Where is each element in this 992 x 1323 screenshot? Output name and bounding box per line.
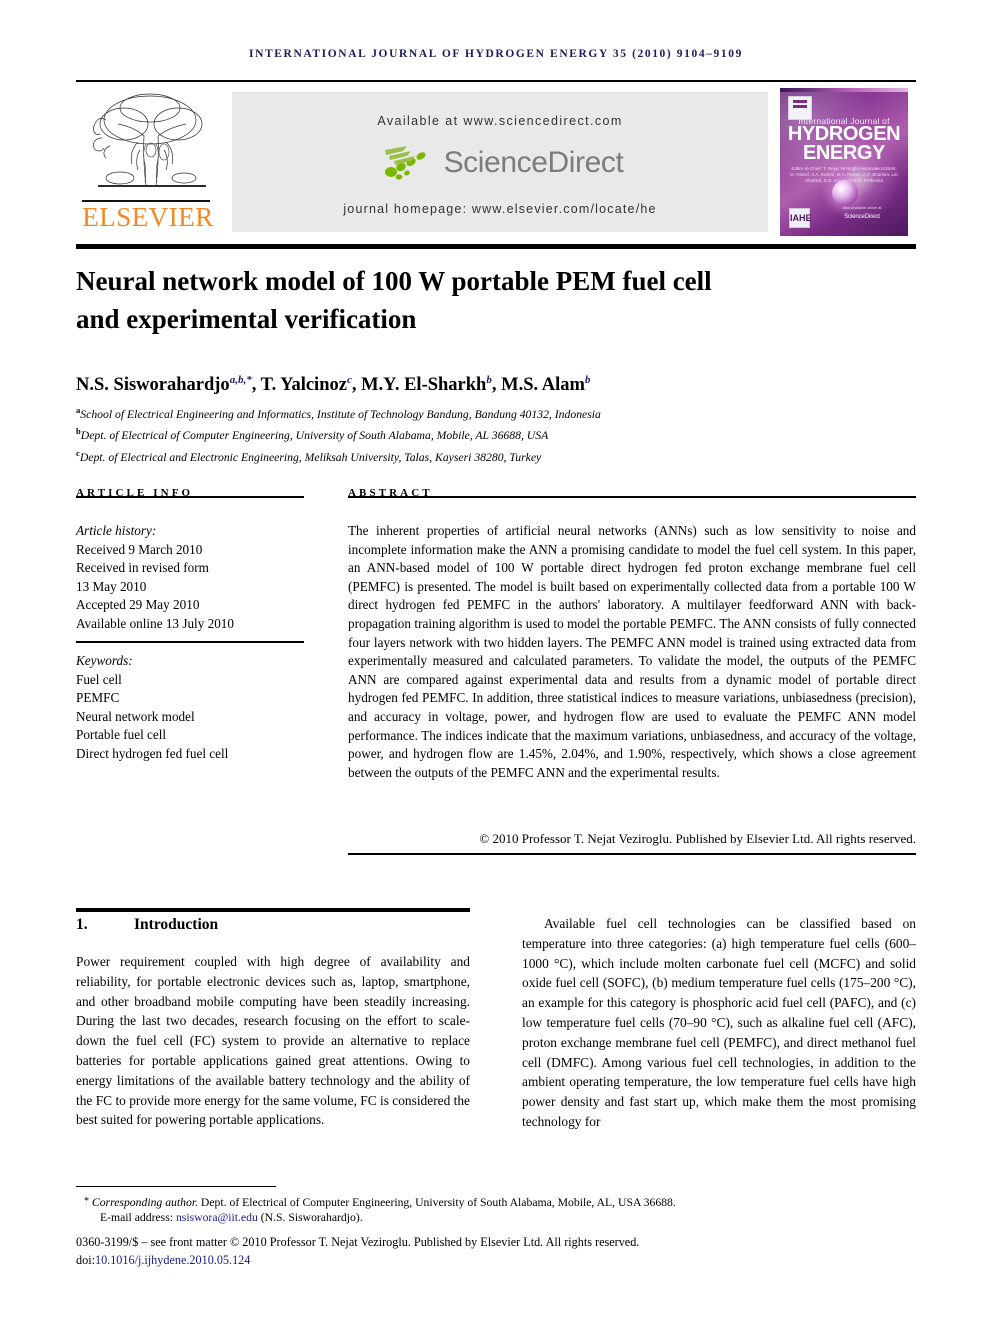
- affiliation-item: cDept. of Electrical and Electronic Engi…: [76, 445, 916, 466]
- cover-top-band: [780, 88, 908, 92]
- section-number: 1.: [76, 916, 88, 933]
- email-owner: (N.S. Sisworahardjo).: [260, 1211, 363, 1224]
- doi-link[interactable]: 10.1016/j.ijhydene.2010.05.124: [95, 1253, 250, 1267]
- affiliation-item: bDept. of Electrical of Computer Enginee…: [76, 423, 916, 444]
- available-at-text: Available at www.sciencedirect.com: [377, 114, 623, 128]
- doi-line: doi:10.1016/j.ijhydene.2010.05.124: [76, 1252, 916, 1269]
- header-rule: [76, 80, 916, 82]
- affiliation-text: School of Electrical Engineering and Inf…: [80, 407, 601, 421]
- history-item: 13 May 2010: [76, 578, 147, 594]
- body-column-left: Power requirement coupled with high degr…: [76, 954, 470, 1128]
- author-name: T. Yalcinoz: [260, 375, 347, 396]
- section-rule: [76, 908, 470, 912]
- doi-label: doi:: [76, 1253, 95, 1267]
- author-name: M.Y. El-Sharkh: [361, 375, 487, 396]
- footnote-asterisk-icon: *: [84, 1196, 89, 1207]
- sciencedirect-wordmark: ScienceDirect: [443, 146, 624, 179]
- corresponding-author-address: Dept. of Electrical of Computer Engineer…: [198, 1196, 676, 1209]
- keywords-divider-rule: [76, 641, 304, 643]
- title-line-2: and experimental verification: [76, 304, 417, 334]
- keyword-item: Fuel cell: [76, 671, 122, 687]
- abstract-bottom-rule: [348, 853, 916, 855]
- cover-sd-caption: ScienceDirect: [844, 214, 880, 220]
- running-head: International Journal of Hydrogen Energy…: [249, 48, 743, 60]
- sciencedirect-logo: ScienceDirect: [232, 142, 768, 190]
- title-line-1: Neural network model of 100 W portable P…: [76, 266, 712, 296]
- cover-sd-caption-top: Also available online at: [842, 206, 882, 210]
- sciencedirect-leaf-icon: [384, 146, 426, 180]
- keyword-item: Direct hydrogen fed fuel cell: [76, 745, 229, 761]
- issn-copyright-line: 0360-3199/$ – see front matter © 2010 Pr…: [76, 1235, 640, 1249]
- footnote-rule: [76, 1186, 276, 1187]
- article-info-rule: [76, 496, 304, 498]
- page-title: Neural network model of 100 W portable P…: [76, 262, 866, 338]
- email-label: E-mail address:: [100, 1211, 174, 1224]
- cover-title-line2: ENERGY: [802, 142, 886, 164]
- author-name: M.S. Alam: [501, 375, 585, 396]
- masthead-bottom-rule: [76, 244, 916, 249]
- corresponding-author-note: * Corresponding author. Dept. of Electri…: [84, 1194, 916, 1211]
- journal-homepage-text: journal homepage: www.elsevier.com/locat…: [343, 202, 657, 216]
- article-history-block: Article history: Received 9 March 2010 R…: [76, 522, 304, 633]
- keyword-item: PEMFC: [76, 690, 120, 705]
- history-item: Received in revised form: [76, 560, 209, 575]
- cover-sphere-graphic: [832, 180, 858, 206]
- keywords-block: Keywords: Fuel cell PEMFC Neural network…: [76, 652, 304, 763]
- section-title: Introduction: [134, 916, 219, 933]
- email-link[interactable]: nsiswora@iit.edu: [176, 1211, 258, 1224]
- affiliation-item: aSchool of Electrical Engineering and In…: [76, 402, 916, 423]
- history-item: Accepted 29 May 2010: [76, 597, 200, 612]
- affiliation-list: aSchool of Electrical Engineering and In…: [76, 402, 916, 466]
- keywords-label: Keywords:: [76, 653, 133, 668]
- elsevier-tree-icon: [93, 93, 206, 187]
- author-affil-marker: b: [584, 374, 591, 386]
- email-note: E-mail address: nsiswora@iit.edu (N.S. S…: [100, 1210, 916, 1226]
- sciencedirect-banner: Available at www.sciencedirect.com Scien…: [232, 92, 768, 232]
- affiliation-text: Dept. of Electrical and Electronic Engin…: [79, 450, 542, 464]
- article-page: International Journal of Hydrogen Energy…: [0, 0, 992, 1323]
- author-affil-marker: a,b,*: [229, 374, 252, 386]
- author-name: N.S. Sisworahardjo: [76, 375, 230, 396]
- abstract-text: The inherent properties of artificial ne…: [348, 523, 916, 780]
- article-history-label: Article history:: [76, 523, 157, 538]
- masthead: ELSEVIER Available at www.sciencedirect.…: [76, 88, 916, 236]
- keyword-item: Neural network model: [76, 708, 195, 724]
- author-affil-marker: c: [346, 374, 352, 386]
- body-column-right: Available fuel cell technologies can be …: [522, 916, 916, 1129]
- history-item: Received 9 March 2010: [76, 541, 203, 557]
- elsevier-wordmark: ELSEVIER: [82, 202, 214, 232]
- abstract-copyright: © 2010 Professor T. Nejat Veziroglu. Pub…: [479, 831, 916, 846]
- keyword-item: Portable fuel cell: [76, 727, 167, 742]
- cover-iahe-badge: IAHE: [789, 208, 812, 228]
- corresponding-author-label: Corresponding author.: [91, 1196, 198, 1209]
- journal-cover-image: International Journal of HYDROGEN ENERGY…: [780, 88, 908, 236]
- abstract-top-rule: [348, 496, 916, 498]
- author-affil-marker: b: [486, 374, 492, 386]
- elsevier-logo: ELSEVIER: [76, 88, 228, 236]
- history-item: Available online 13 July 2010: [76, 615, 234, 631]
- affiliation-text: Dept. of Electrical of Computer Engineer…: [80, 429, 549, 443]
- author-list: N.S. Sisworahardjoa,b,*, T. Yalcinozc, M…: [76, 374, 591, 396]
